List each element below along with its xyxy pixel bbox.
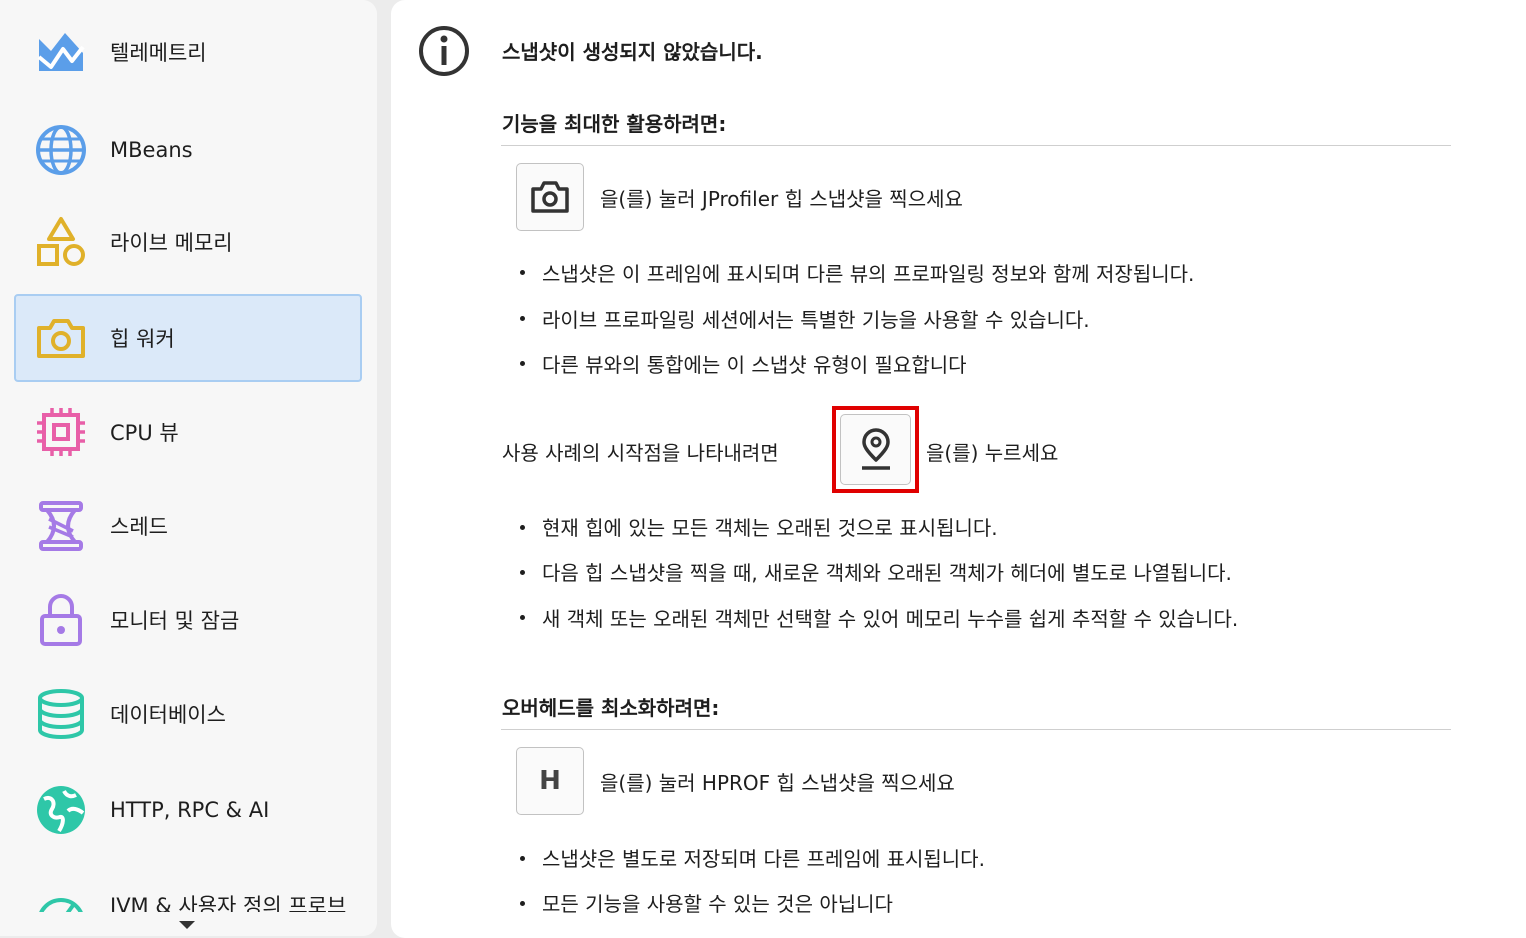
divider (501, 729, 1451, 730)
list-item: 다음 힙 스냅샷을 찍을 때, 새로운 객체와 오래된 객체가 헤더에 별도로 … (542, 561, 1232, 585)
mark-heap-instruction-suffix: 을(를) 누르세요 (926, 441, 1059, 465)
sidebar-item-threads[interactable]: 스레드 (14, 482, 362, 570)
hprof-snapshot-button[interactable]: H (516, 747, 584, 815)
bullet-dot (520, 316, 525, 321)
sidebar-item-http-rpc-ai[interactable]: HTTP, RPC & AI (14, 766, 362, 854)
list-item: 스냅샷은 별도로 저장되며 다른 프레임에 표시됩니다. (542, 847, 985, 871)
sidebar-item-label: 라이브 메모리 (110, 231, 233, 255)
sidebar-item-label: HTTP, RPC & AI (110, 798, 270, 822)
bullet-dot (520, 270, 525, 275)
mark-heap-instruction-prefix: 사용 사례의 시작점을 나타내려면 (502, 441, 779, 465)
sidebar-item-heap-walker[interactable]: 힙 워커 (14, 294, 362, 382)
sidebar-item-label: 데이터베이스 (110, 703, 226, 727)
page-title: 스냅샷이 생성되지 않았습니다. (502, 40, 763, 64)
sidebar-item-label: 모니터 및 잠금 (110, 609, 240, 633)
sidebar: 텔레메트리 MBeans 라이브 메모리 힙 워커 CPU 뷰 스레드 모니터 … (0, 0, 377, 936)
bullet-dot (520, 615, 525, 620)
lock-icon (40, 594, 82, 646)
jprofiler-snapshot-instruction: 을(를) 눌러 JProfiler 힙 스냅샷을 찍으세요 (600, 187, 963, 211)
sidebar-item-label: 스레드 (110, 515, 168, 539)
sidebar-item-telemetry[interactable]: 텔레메트리 (14, 8, 362, 96)
hprof-button-label: H (539, 766, 561, 796)
hprof-snapshot-instruction: 을(를) 눌러 HPROF 힙 스냅샷을 찍으세요 (600, 771, 955, 795)
list-item: 모든 기능을 사용할 수 있는 것은 아닙니다 (542, 892, 893, 916)
sidebar-item-label: 힙 워커 (110, 327, 175, 351)
bullet-dot (520, 901, 525, 906)
globe-icon (36, 125, 86, 175)
main-content: 스냅샷이 생성되지 않았습니다. 기능을 최대한 활용하려면: 을(를) 눌러 … (391, 0, 1526, 938)
list-item: 다른 뷰와의 통합에는 이 스냅샷 유형이 필요합니다 (542, 353, 967, 377)
bullet-dot (520, 570, 525, 575)
sidebar-item-databases[interactable]: 데이터베이스 (14, 670, 362, 758)
list-item: 새 객체 또는 오래된 객체만 선택할 수 있어 메모리 누수를 쉽게 추적할 … (542, 607, 1239, 631)
sidebar-item-cpu-view[interactable]: CPU 뷰 (14, 388, 362, 476)
spool-icon (39, 501, 83, 551)
sidebar-item-monitors-locks[interactable]: 모니터 및 잠금 (14, 576, 362, 664)
network-globe-icon (37, 786, 85, 834)
mark-heap-button[interactable] (840, 414, 911, 485)
divider (501, 145, 1451, 146)
chevron-down-icon[interactable] (179, 921, 195, 929)
info-icon (419, 26, 469, 76)
chip-icon (37, 408, 85, 456)
list-item: 스냅샷은 이 프레임에 표시되며 다른 뷰의 프로파일링 정보와 함께 저장됩니… (542, 262, 1195, 286)
bullet-dot (520, 856, 525, 861)
bullet-dot (520, 361, 525, 366)
map-pin-icon (861, 427, 890, 470)
section-heading-minimize-overhead: 오버헤드를 최소화하려면: (502, 696, 720, 720)
sidebar-item-label: MBeans (110, 138, 193, 162)
sidebar-item-label: 텔레메트리 (110, 41, 207, 65)
section-heading-full-features: 기능을 최대한 활용하려면: (502, 112, 727, 136)
sidebar-item-live-memory[interactable]: 라이브 메모리 (14, 198, 362, 286)
sidebar-item-label: CPU 뷰 (110, 421, 179, 445)
camera-icon (531, 181, 569, 213)
list-item: 라이브 프로파일링 세션에서는 특별한 기능을 사용할 수 있습니다. (542, 308, 1090, 332)
camera-icon (37, 319, 85, 358)
shapes-icon (37, 217, 85, 266)
bullet-dot (520, 525, 525, 530)
database-icon (38, 689, 84, 739)
jprofiler-snapshot-button[interactable] (516, 163, 584, 231)
sidebar-item-mbeans[interactable]: MBeans (14, 106, 362, 194)
list-item: 현재 힙에 있는 모든 객체는 오래된 것으로 표시됩니다. (542, 516, 998, 540)
telemetry-icon (37, 33, 85, 71)
